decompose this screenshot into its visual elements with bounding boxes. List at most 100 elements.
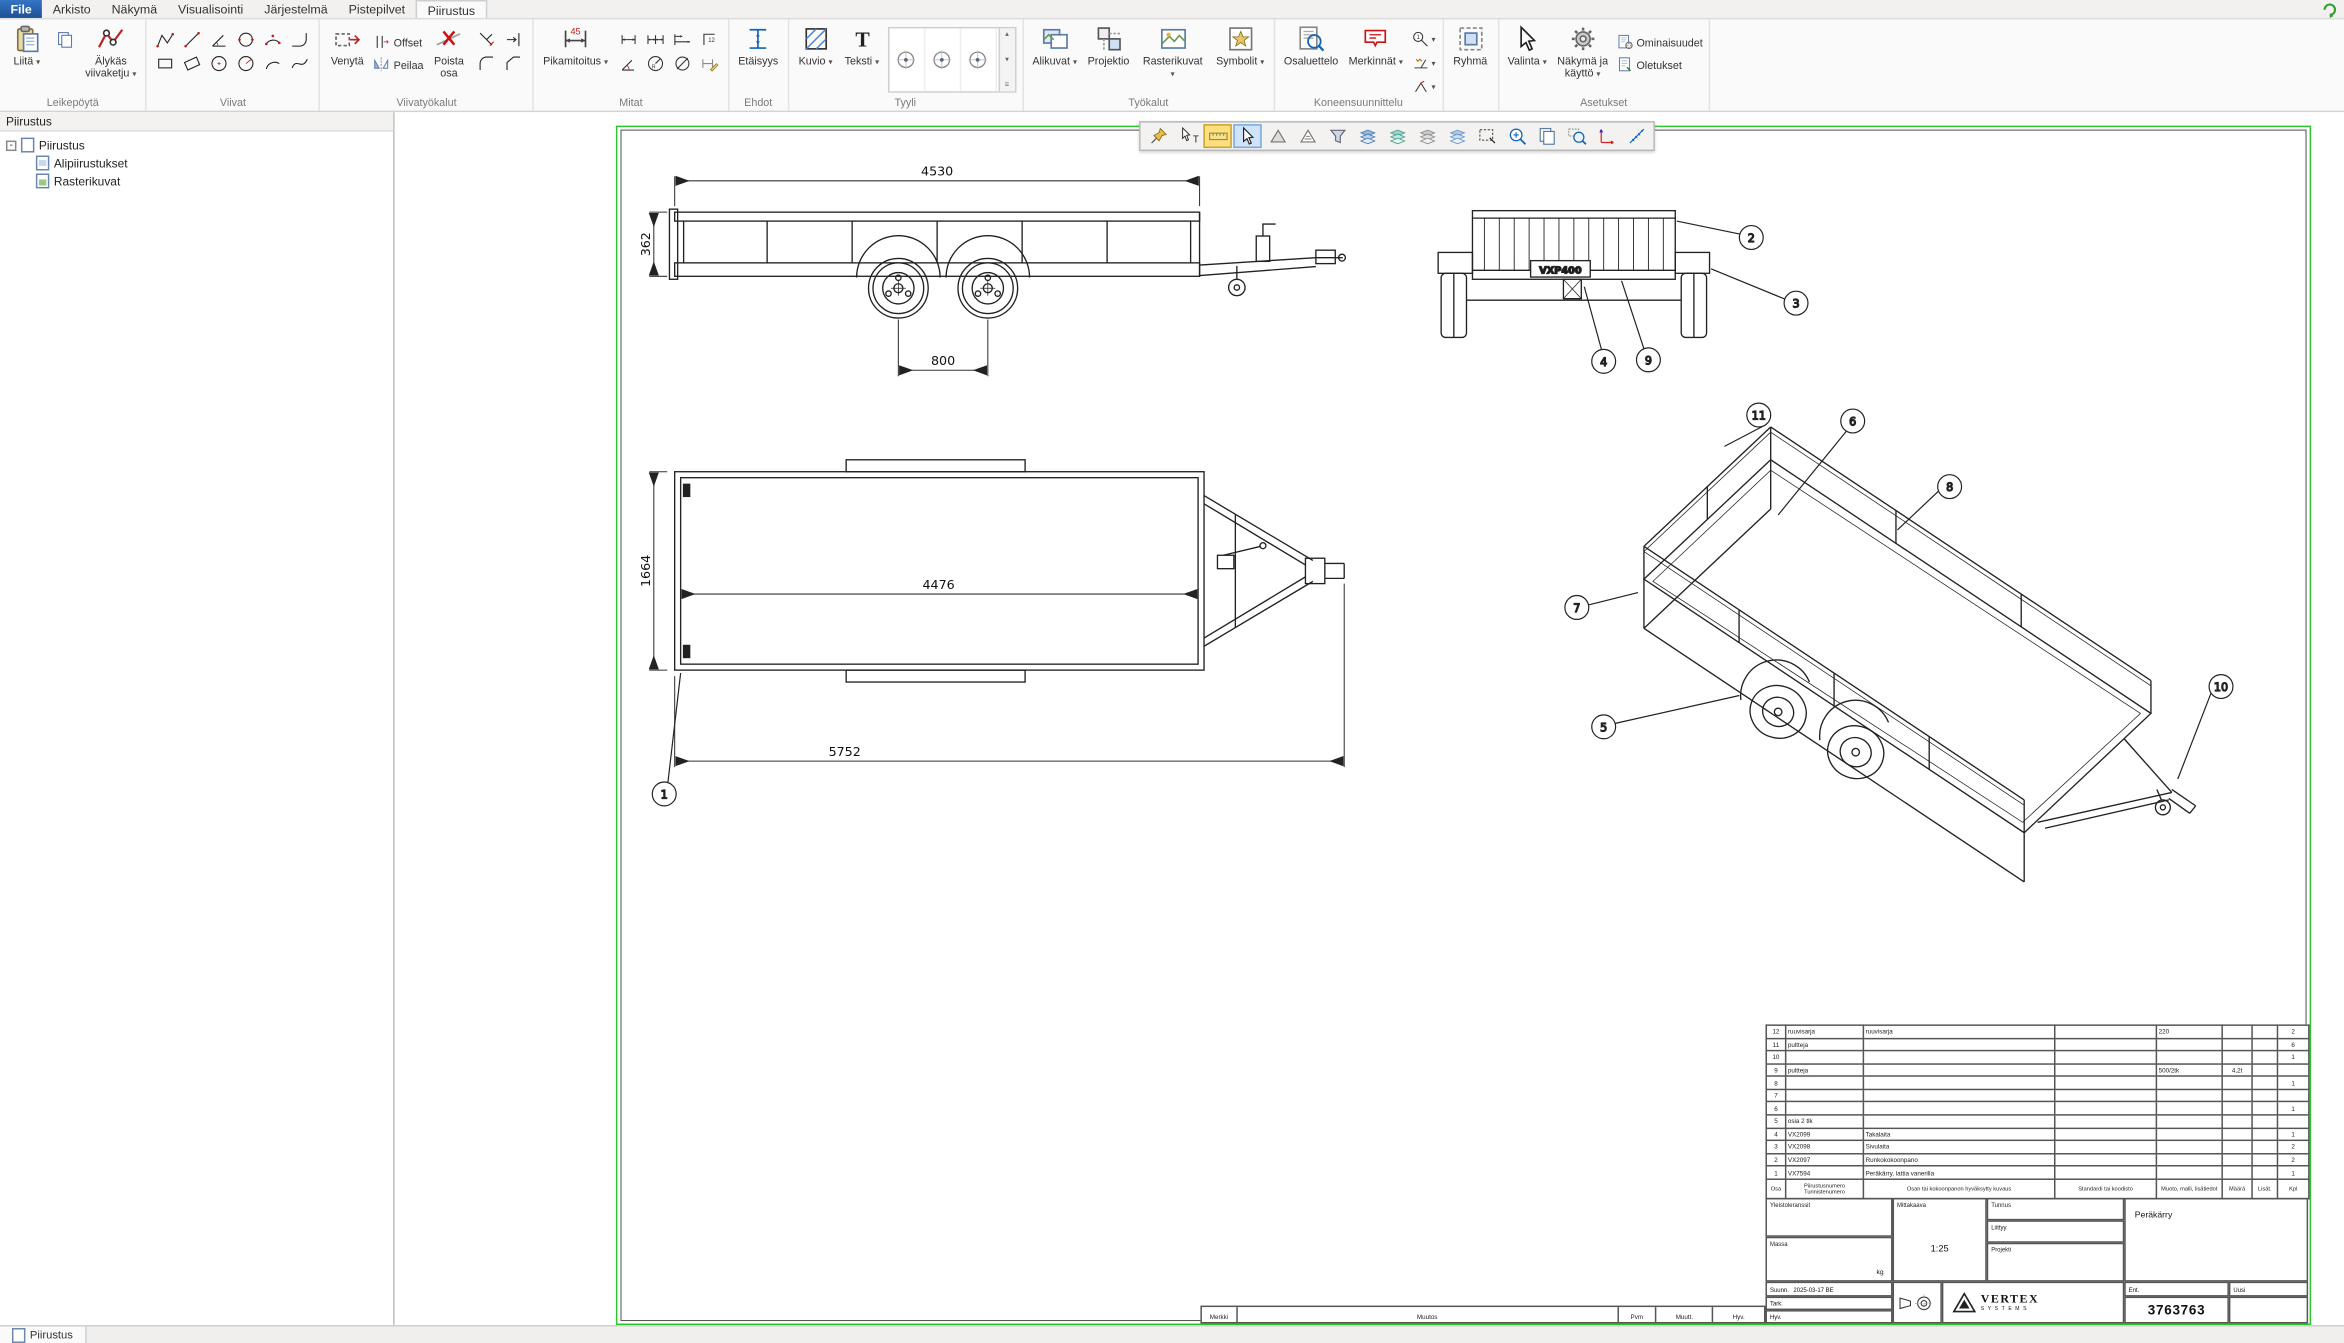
balloon-10[interactable]: 10 bbox=[2178, 675, 2233, 779]
ribbon-button-näkymä-ja-käyttö[interactable]: Näkymä ja käyttö ▾ bbox=[1554, 22, 1611, 80]
status-tab-piirustus[interactable]: Piirustus bbox=[0, 1327, 86, 1343]
ribbon-button-balloon-s[interactable]: 1▾ bbox=[1410, 28, 1435, 50]
ribbon-button-arc-3pt[interactable] bbox=[261, 28, 286, 50]
measure-tool[interactable] bbox=[1622, 124, 1650, 148]
tree-item-rasterikuvat[interactable]: Rasterikuvat bbox=[0, 172, 393, 190]
dimension-overall-length[interactable]: 4530 bbox=[921, 164, 953, 179]
ribbon-button-dim-rad[interactable]: R bbox=[643, 52, 668, 74]
balloon-8[interactable]: 8 bbox=[1897, 475, 1961, 530]
layers-gray-tool[interactable] bbox=[1413, 124, 1441, 148]
tree-item-alipiirustukset[interactable]: Alipiirustukset bbox=[0, 154, 393, 172]
ribbon-button-dim-ang[interactable] bbox=[616, 52, 641, 74]
balloon-1[interactable]: 1 bbox=[652, 673, 680, 806]
ribbon-button-kuvio[interactable]: Kuvio ▾ bbox=[795, 22, 837, 68]
ribbon-button-merkinnät[interactable]: Merkinnät ▾ bbox=[1346, 22, 1406, 68]
ribbon-button-circle-r[interactable] bbox=[234, 52, 259, 74]
tri-tool[interactable] bbox=[1263, 124, 1291, 148]
style-gallery-item[interactable] bbox=[925, 28, 961, 91]
menu-tab-järjestelmä[interactable]: Järjestelmä bbox=[254, 0, 338, 18]
marquee-tool[interactable] bbox=[1472, 124, 1500, 148]
ribbon-button-projektio[interactable]: Projektio bbox=[1085, 22, 1133, 68]
ribbon-button-ryhmä[interactable]: Ryhmä bbox=[1449, 22, 1491, 68]
ribbon-button-polyline[interactable] bbox=[153, 28, 178, 50]
bom-table[interactable]: 12ruuvisarjaruuvisarja220211pultteja6101… bbox=[1765, 1024, 2309, 1199]
dimension-bed-width[interactable]: 1664 bbox=[638, 555, 653, 587]
gallery-scrollbar[interactable]: ▴▾≡ bbox=[998, 28, 1014, 91]
dimension-side-height[interactable]: 362 bbox=[638, 232, 653, 256]
menu-tab-piirustus[interactable]: Piirustus bbox=[416, 0, 487, 18]
ribbon-button-pikamitoitus[interactable]: 45Pikamitoitus ▾ bbox=[540, 22, 611, 68]
node-edit-tool[interactable]: T bbox=[1173, 124, 1201, 148]
tree-root-piirustus[interactable]: - Piirustus bbox=[0, 136, 393, 154]
balloon-7[interactable]: 7 bbox=[1565, 593, 1638, 620]
pin-tool[interactable] bbox=[1144, 124, 1172, 148]
ribbon-button-arc-tan[interactable] bbox=[288, 28, 313, 50]
ribbon-button-peilaa[interactable]: Peilaa bbox=[373, 55, 424, 73]
ribbon-button-rect-rot[interactable] bbox=[180, 52, 205, 74]
ribbon-button-chamfer[interactable] bbox=[501, 52, 526, 74]
ribbon-button-arc[interactable] bbox=[261, 52, 286, 74]
ribbon-button-copy[interactable] bbox=[52, 28, 77, 50]
ribbon-button-rasterikuvat[interactable]: Rasterikuvat ▾ bbox=[1137, 22, 1209, 80]
style-gallery-item[interactable] bbox=[889, 28, 925, 91]
ribbon-button-teksti[interactable]: TTeksti ▾ bbox=[841, 22, 883, 68]
ribbon-button-dim-ord[interactable]: 12 bbox=[696, 28, 721, 50]
side-view[interactable] bbox=[669, 209, 1345, 318]
ribbon-button-dim-chain[interactable] bbox=[643, 28, 668, 50]
layers-light-tool[interactable] bbox=[1443, 124, 1471, 148]
ucs-tool[interactable] bbox=[1592, 124, 1620, 148]
style-gallery[interactable]: ▴▾≡ bbox=[887, 27, 1016, 93]
ribbon-button-älykäs-viivaketju[interactable]: Älykäs viivaketju ▾ bbox=[82, 22, 139, 80]
ribbon-button-curve[interactable] bbox=[288, 52, 313, 74]
balloon-9[interactable]: 9 bbox=[1622, 281, 1661, 372]
zoom-in-tool[interactable] bbox=[1502, 124, 1530, 148]
iso-view[interactable] bbox=[1644, 427, 2196, 882]
ribbon-button-circle[interactable] bbox=[207, 52, 232, 74]
ribbon-button-poista-osa[interactable]: Poista osa bbox=[428, 22, 470, 80]
zoom-area-tool[interactable] bbox=[1562, 124, 1590, 148]
menu-tab-arkisto[interactable]: Arkisto bbox=[42, 0, 101, 18]
quick-measure-tool[interactable] bbox=[1203, 124, 1231, 148]
ribbon-button-offset[interactable]: Offset bbox=[373, 33, 424, 51]
copy-tool[interactable] bbox=[1532, 124, 1560, 148]
layers-blue-tool[interactable] bbox=[1353, 124, 1381, 148]
filter-tool[interactable] bbox=[1323, 124, 1351, 148]
tree-expander-icon[interactable]: - bbox=[6, 140, 16, 150]
ribbon-button-oletukset[interactable]: Oletukset bbox=[1616, 55, 1703, 73]
balloon-3[interactable]: 3 bbox=[1711, 269, 1808, 315]
ribbon-button-dim-dia[interactable] bbox=[669, 52, 694, 74]
ribbon-button-extend[interactable] bbox=[501, 28, 526, 50]
drawing-canvas[interactable]: 4530 362 800 bbox=[395, 112, 2344, 1325]
ribbon-button-liitä[interactable]: Liitä ▾ bbox=[6, 22, 48, 68]
ribbon-button-alikuvat[interactable]: Alikuvat ▾ bbox=[1029, 22, 1080, 68]
ribbon-button-venytä[interactable]: Venytä bbox=[326, 22, 368, 68]
dimension-bed-length[interactable]: 4476 bbox=[923, 577, 955, 592]
ribbon-button-ominaisuudet[interactable]: Ominaisuudet bbox=[1616, 33, 1703, 51]
ribbon-button-etäisyys[interactable]: Etäisyys bbox=[735, 22, 781, 68]
balloon-2[interactable]: 2 bbox=[1677, 221, 1763, 249]
ribbon-button-circle-2pt[interactable] bbox=[234, 28, 259, 50]
ribbon-button-line[interactable] bbox=[180, 28, 205, 50]
balloon-11[interactable]: 11 bbox=[1724, 403, 1770, 446]
style-gallery-item[interactable] bbox=[961, 28, 997, 91]
side-view-dimensions[interactable]: 4530 362 800 bbox=[638, 164, 1199, 377]
tri-hatch-tool[interactable] bbox=[1293, 124, 1321, 148]
top-view[interactable] bbox=[675, 460, 1345, 682]
layers-teal-tool[interactable] bbox=[1383, 124, 1411, 148]
menu-tab-visualisointi[interactable]: Visualisointi bbox=[168, 0, 254, 18]
ribbon-button-valinta[interactable]: Valinta ▾ bbox=[1505, 22, 1550, 68]
balloon-5[interactable]: 5 bbox=[1592, 695, 1740, 738]
ribbon-button-weld-s[interactable]: ▾ bbox=[1410, 52, 1435, 74]
ribbon-button-rect[interactable] bbox=[153, 52, 178, 74]
ribbon-button-dim-h[interactable] bbox=[616, 28, 641, 50]
menu-tab-file[interactable]: File bbox=[0, 0, 42, 18]
ribbon-button-dim-base[interactable] bbox=[669, 28, 694, 50]
rear-view[interactable]: VXP400 bbox=[1438, 211, 1709, 338]
ribbon-button-line-angle[interactable] bbox=[207, 28, 232, 50]
select-tool[interactable] bbox=[1233, 124, 1261, 148]
dimension-total-length[interactable]: 5752 bbox=[829, 744, 861, 759]
ribbon-button-dim-edit[interactable] bbox=[696, 52, 721, 74]
ribbon-button-osaluettelo[interactable]: Osaluettelo bbox=[1281, 22, 1341, 68]
ribbon-button-symbolit[interactable]: Symbolit ▾ bbox=[1213, 22, 1267, 68]
drawing-sheet[interactable]: 4530 362 800 bbox=[616, 126, 2311, 1325]
